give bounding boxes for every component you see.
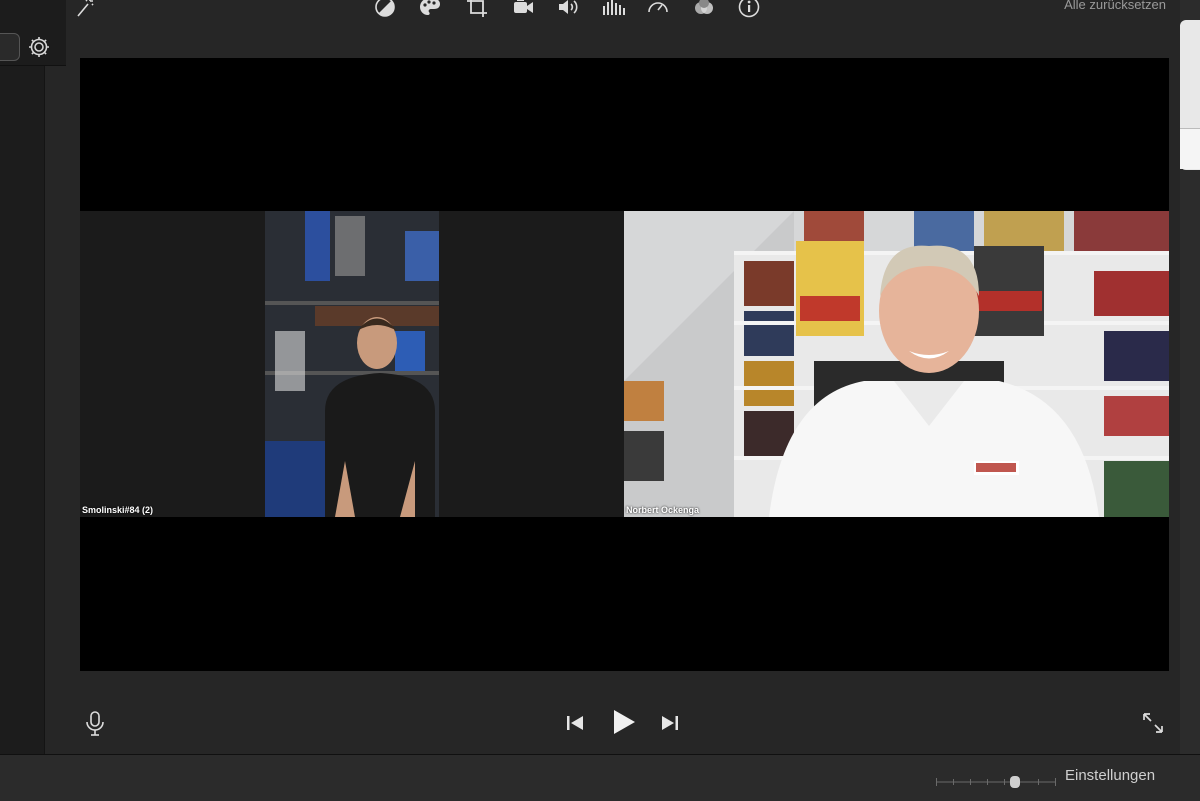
participant-name-left: Smolinski#84 (2)	[82, 505, 154, 515]
zoom-slider[interactable]	[936, 775, 1056, 788]
bottom-bar: Einstellungen	[0, 754, 1200, 801]
equalizer-icon[interactable]	[600, 0, 626, 20]
participant-video-left	[265, 211, 439, 517]
gear-icon[interactable]	[26, 34, 52, 60]
noise-reduction-icon[interactable]	[691, 0, 717, 20]
color-balance-icon[interactable]	[372, 0, 398, 20]
participant-tile-right: Norbert Ockenga	[624, 211, 1169, 517]
participant-video-right	[624, 211, 1169, 517]
magic-wand-icon[interactable]	[72, 0, 98, 20]
left-sidebar	[0, 0, 67, 754]
viewer: Alle zurücksetzen Smolinski#84 (2) Norbe…	[66, 0, 1180, 754]
adjustment-toolbar: Alle zurücksetzen	[66, 0, 1180, 20]
microphone-icon[interactable]	[80, 708, 110, 738]
color-palette-icon[interactable]	[417, 0, 443, 20]
video-preview: Smolinski#84 (2) Norbert Ockenga	[80, 58, 1169, 671]
next-frame-icon[interactable]	[655, 708, 685, 738]
previous-frame-icon[interactable]	[560, 708, 590, 738]
sidebar-search-field[interactable]	[0, 33, 20, 61]
participant-name-right: Norbert Ockenga	[626, 505, 700, 515]
settings-button[interactable]: Einstellungen	[1065, 767, 1155, 784]
info-icon[interactable]	[736, 0, 762, 20]
reset-all-button[interactable]: Alle zurücksetzen	[1064, 0, 1166, 12]
participant-tile-left: Smolinski#84 (2)	[80, 211, 624, 517]
crop-icon[interactable]	[464, 0, 490, 20]
sidebar-scrollbar[interactable]	[44, 66, 67, 754]
video-camera-icon[interactable]	[510, 0, 536, 20]
playback-controls	[66, 690, 1180, 754]
play-icon[interactable]	[606, 704, 642, 740]
volume-icon[interactable]	[555, 0, 581, 20]
speed-icon[interactable]	[645, 0, 671, 20]
background-window-panel-lower	[1180, 128, 1200, 169]
fullscreen-icon[interactable]	[1138, 708, 1168, 738]
